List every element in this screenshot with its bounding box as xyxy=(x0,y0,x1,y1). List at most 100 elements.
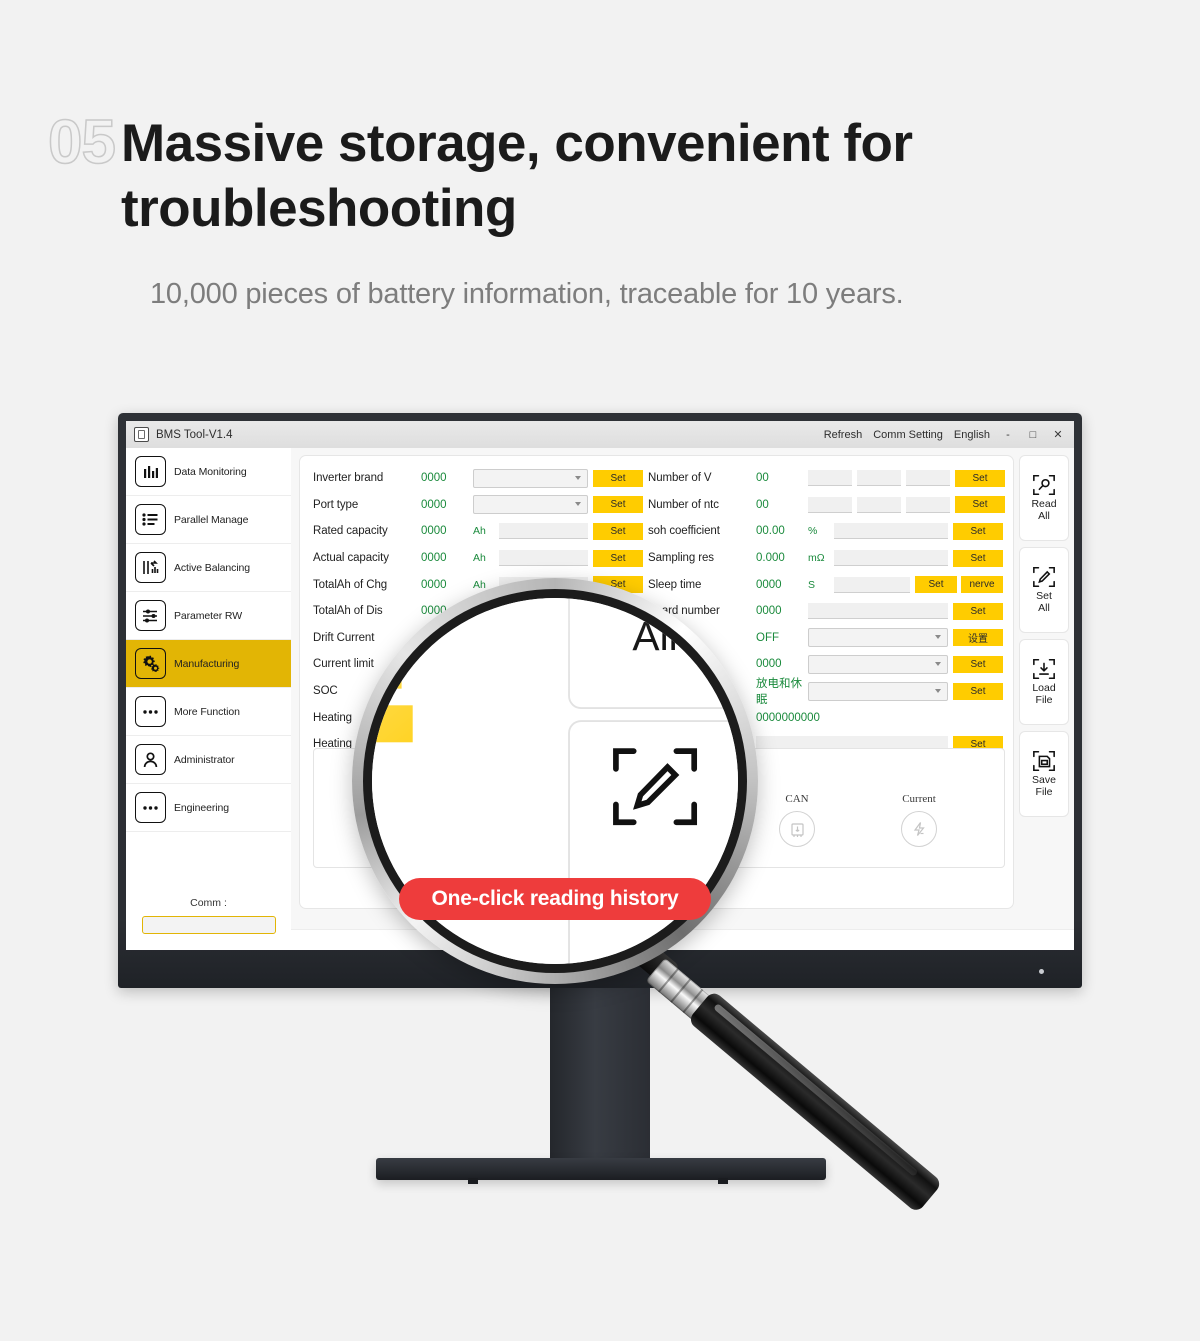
field-value: 0000 xyxy=(421,472,447,485)
set-button[interactable]: Set xyxy=(953,682,1003,700)
menu-english[interactable]: English xyxy=(954,429,990,441)
field-select[interactable] xyxy=(808,681,948,701)
set-button[interactable]: Set xyxy=(593,469,643,487)
set-button[interactable]: Set xyxy=(955,496,1005,514)
read-all-button[interactable]: Read All xyxy=(1019,455,1069,541)
sidebar-item-administrator[interactable]: Administrator xyxy=(126,736,291,784)
field-input[interactable] xyxy=(499,550,588,567)
sidebar-item-label: Data Monitoring xyxy=(174,465,247,478)
sidebar-item-label: Parallel Manage xyxy=(174,513,249,526)
sidebar-item-parallel-manage[interactable]: Parallel Manage xyxy=(126,496,291,544)
field-value: 00.00 xyxy=(756,525,785,538)
sidebar-item-active-balancing[interactable]: Active Balancing xyxy=(126,544,291,592)
field-value: OFF xyxy=(756,631,779,644)
field-unit: % xyxy=(808,525,818,538)
nerve-button[interactable]: nerve xyxy=(372,650,402,688)
field-input[interactable] xyxy=(834,576,910,593)
field-unit: mΩ xyxy=(808,552,825,565)
set-button[interactable]: Set xyxy=(955,469,1005,487)
set-button[interactable]: Set xyxy=(372,598,402,635)
menu-refresh[interactable]: Refresh xyxy=(824,429,863,441)
field-value: 0000 xyxy=(756,605,782,618)
sliders-icon xyxy=(135,600,166,631)
field-value: 0000 xyxy=(756,578,782,591)
set-button[interactable]: Set xyxy=(372,704,413,742)
field-value: 0000 xyxy=(756,658,782,671)
field-label: Number of V xyxy=(648,472,712,485)
nerve-button[interactable]: nerve xyxy=(961,576,1003,594)
magnified-read-all-button[interactable]: Read All xyxy=(568,598,738,709)
handle-rod xyxy=(687,990,943,1214)
field-select[interactable] xyxy=(808,654,948,674)
field-value: 00 xyxy=(756,498,769,511)
magnified-set-all-button[interactable] xyxy=(568,720,738,964)
field-unit: Ah xyxy=(473,552,486,565)
field-input[interactable] xyxy=(808,496,852,513)
sidebar-item-parameter-rw[interactable]: Parameter RW xyxy=(126,592,291,640)
field-input[interactable] xyxy=(857,470,901,487)
set-button[interactable]: Set xyxy=(953,522,1003,540)
field-input[interactable] xyxy=(808,470,852,487)
field-input[interactable] xyxy=(906,496,950,513)
field-label: Inverter brand xyxy=(313,472,384,485)
field-input[interactable] xyxy=(834,523,948,540)
save-file-button[interactable]: Save File xyxy=(1019,731,1069,817)
balance-icon xyxy=(135,552,166,583)
bolt-icon xyxy=(901,811,937,847)
maximize-button[interactable]: □ xyxy=(1026,429,1040,441)
field-input[interactable] xyxy=(857,496,901,513)
set-button[interactable]: Set xyxy=(953,602,1003,620)
minimize-button[interactable]: - xyxy=(1001,429,1015,441)
list-icon xyxy=(135,504,166,535)
wakeup-item-current[interactable]: Current xyxy=(888,793,950,847)
form-row: Rated capacity 0000 Ah Set xyxy=(313,518,643,545)
field-input[interactable] xyxy=(834,550,948,567)
field-input[interactable] xyxy=(906,470,950,487)
set-button-cn[interactable]: 设置 xyxy=(953,629,1003,647)
field-label: Actual capacity xyxy=(313,552,389,565)
set-button[interactable]: Set xyxy=(593,549,643,567)
scan-pencil-icon xyxy=(1033,567,1055,588)
wakeup-item-label: CAN xyxy=(785,793,809,805)
magnified-row: Set nerve xyxy=(372,642,546,696)
field-select[interactable] xyxy=(473,468,588,488)
sidebar-item-manufacturing[interactable]: Manufacturing xyxy=(126,640,291,688)
monitor-stand-neck xyxy=(550,988,650,1163)
dots-icon xyxy=(135,696,166,727)
magnified-row: Set xyxy=(372,696,546,750)
wakeup-item-can[interactable]: CAN xyxy=(766,793,828,847)
form-row: Port type 0000 Set xyxy=(313,492,643,519)
form-row: Actual capacity 0000 Ah Set xyxy=(313,545,643,572)
form-row: Number of V 00 Set xyxy=(648,465,1005,492)
magnified-rows: Set Set Set Set xyxy=(372,598,546,750)
field-input[interactable] xyxy=(808,603,948,620)
field-value: 0000 xyxy=(421,552,447,565)
field-select[interactable] xyxy=(808,628,948,648)
scan-pencil-icon xyxy=(613,748,698,826)
field-value: 放电和休眠 xyxy=(756,678,802,707)
set-all-button[interactable]: Set All xyxy=(1019,547,1069,633)
action-label-line2: All xyxy=(1038,602,1050,614)
field-value: 0000000000 xyxy=(756,711,820,724)
set-button[interactable]: Set xyxy=(953,549,1003,567)
set-button[interactable]: Set xyxy=(915,576,957,594)
window-title: BMS Tool-V1.4 xyxy=(156,428,233,441)
scan-download-icon xyxy=(1033,659,1055,680)
set-button[interactable]: Set xyxy=(593,522,643,540)
close-button[interactable]: ✕ xyxy=(1051,428,1065,441)
load-file-button[interactable]: Load File xyxy=(1019,639,1069,725)
field-select[interactable] xyxy=(473,495,588,515)
sidebar-item-label: Manufacturing xyxy=(174,657,240,670)
field-input[interactable] xyxy=(499,523,588,540)
app-logo-icon xyxy=(134,427,149,442)
menu-comm-setting[interactable]: Comm Setting xyxy=(873,429,943,441)
set-button[interactable]: Set xyxy=(593,496,643,514)
sidebar-item-more-function[interactable]: More Function xyxy=(126,688,291,736)
comm-input[interactable] xyxy=(141,916,276,934)
sidebar-item-data-monitoring[interactable]: Data Monitoring xyxy=(126,448,291,496)
set-button[interactable]: Set xyxy=(953,655,1003,673)
sidebar-item-label: Engineering xyxy=(174,801,229,814)
sidebar-item-engineering[interactable]: Engineering xyxy=(126,784,291,832)
callout-badge: One-click reading history xyxy=(399,878,711,920)
header-title-row: 05 Massive storage, convenient for troub… xyxy=(47,111,1148,241)
